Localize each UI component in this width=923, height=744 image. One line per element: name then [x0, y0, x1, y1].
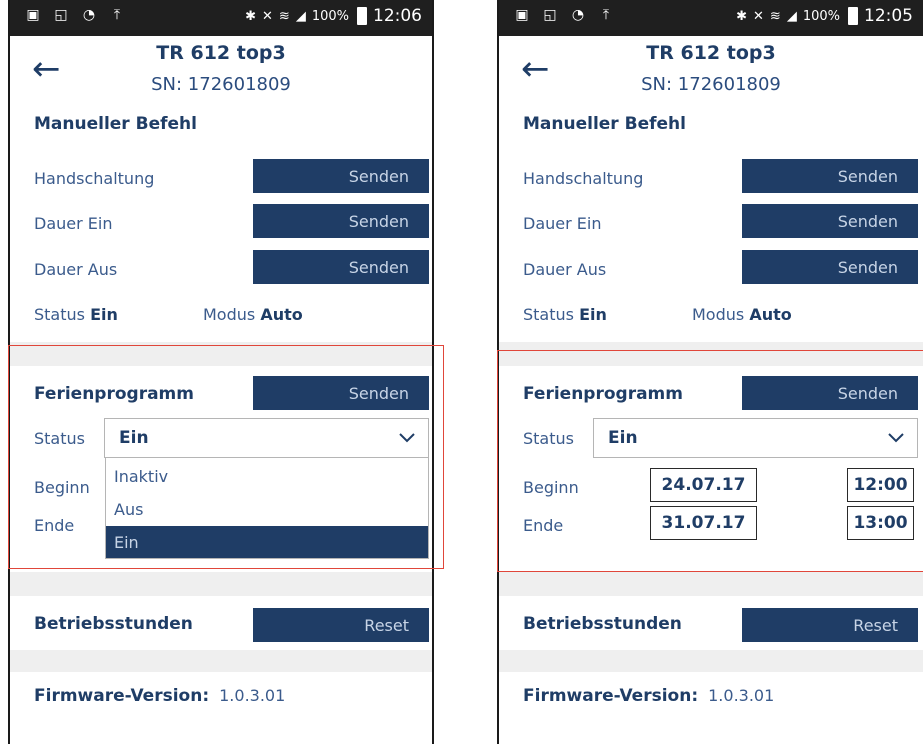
battery-icon	[357, 7, 367, 25]
mute-icon: ✕	[753, 8, 764, 24]
manual-command-title: Manueller Befehl	[34, 114, 197, 134]
clipboard-icon: ◱	[54, 7, 68, 23]
send-dauer-ein-button[interactable]: Senden	[253, 204, 429, 238]
battery-icon	[848, 7, 858, 25]
mode-label: Modus	[692, 305, 745, 324]
operating-hours-title: Betriebsstunden	[34, 614, 193, 634]
app-header: ← TR 612 top3 SN: 172601809	[499, 36, 923, 110]
clipboard-icon: ◱	[543, 7, 557, 23]
app-header: ← TR 612 top3 SN: 172601809	[10, 36, 432, 110]
status-label: Status	[523, 305, 574, 324]
row-label-dauer-ein: Dauer Ein	[523, 214, 602, 233]
mute-icon: ✕	[262, 8, 273, 24]
bluetooth-icon: ✱	[736, 8, 748, 24]
upload-icon: ⤒	[113, 7, 121, 23]
status-value: Ein	[579, 305, 607, 324]
send-dauer-aus-button[interactable]: Senden	[253, 250, 429, 284]
send-dauer-ein-button[interactable]: Senden	[742, 204, 918, 238]
reset-hours-button[interactable]: Reset	[742, 608, 918, 642]
clock: 12:05	[864, 6, 913, 26]
battery-percent: 100%	[311, 8, 349, 24]
gallery-icon: ▣	[26, 7, 40, 23]
firmware-label: Firmware-Version:	[34, 686, 210, 706]
manual-status: Status Ein	[523, 305, 607, 324]
signal-icon: ◢	[295, 8, 306, 24]
status-bar: ▣ ◱ ◔ ⤒ ✱ ✕ ≋ ◢ 100% 12:05	[499, 0, 923, 36]
firmware-version: Firmware-Version: 1.0.3.01	[34, 686, 285, 706]
clock: 12:06	[373, 6, 422, 26]
send-handschaltung-button[interactable]: Senden	[742, 159, 918, 193]
send-handschaltung-button[interactable]: Senden	[253, 159, 429, 193]
alarm-icon: ◔	[571, 7, 585, 23]
row-label-dauer-aus: Dauer Aus	[34, 260, 118, 279]
operating-hours-title: Betriebsstunden	[523, 614, 682, 634]
device-title: TR 612 top3	[156, 42, 286, 64]
bluetooth-icon: ✱	[245, 8, 257, 24]
section-divider	[10, 650, 432, 672]
serial-number: SN: 172601809	[641, 74, 781, 95]
firmware-value: 1.0.3.01	[219, 686, 286, 705]
row-label-dauer-ein: Dauer Ein	[34, 214, 113, 233]
device-title: TR 612 top3	[646, 42, 776, 64]
manual-mode: Modus Auto	[203, 305, 303, 324]
status-bar: ▣ ◱ ◔ ⤒ ✱ ✕ ≋ ◢ 100% 12:06	[10, 0, 432, 36]
wifi-icon: ≋	[769, 8, 781, 24]
gallery-icon: ▣	[515, 7, 529, 23]
manual-command-title: Manueller Befehl	[523, 114, 686, 134]
send-dauer-aus-button[interactable]: Senden	[742, 250, 918, 284]
manual-status: Status Ein	[34, 305, 118, 324]
signal-icon: ◢	[786, 8, 797, 24]
status-value: Ein	[90, 305, 118, 324]
firmware-value: 1.0.3.01	[708, 686, 775, 705]
upload-icon: ⤒	[602, 7, 610, 23]
section-divider	[499, 572, 923, 596]
section-divider	[499, 650, 923, 672]
mode-value: Auto	[260, 305, 303, 324]
reset-hours-button[interactable]: Reset	[253, 608, 429, 642]
firmware-label: Firmware-Version:	[523, 686, 699, 706]
wifi-icon: ≋	[278, 8, 290, 24]
row-label-handschaltung: Handschaltung	[34, 169, 155, 188]
battery-percent: 100%	[802, 8, 840, 24]
firmware-version: Firmware-Version: 1.0.3.01	[523, 686, 774, 706]
status-label: Status	[34, 305, 85, 324]
serial-number: SN: 172601809	[151, 74, 291, 95]
mode-label: Modus	[203, 305, 256, 324]
highlight-frame-right	[497, 350, 923, 572]
row-label-dauer-aus: Dauer Aus	[523, 260, 607, 279]
mode-value: Auto	[749, 305, 792, 324]
row-label-handschaltung: Handschaltung	[523, 169, 644, 188]
highlight-frame-left	[8, 345, 444, 569]
section-divider	[10, 572, 432, 596]
manual-mode: Modus Auto	[692, 305, 792, 324]
alarm-icon: ◔	[82, 7, 96, 23]
